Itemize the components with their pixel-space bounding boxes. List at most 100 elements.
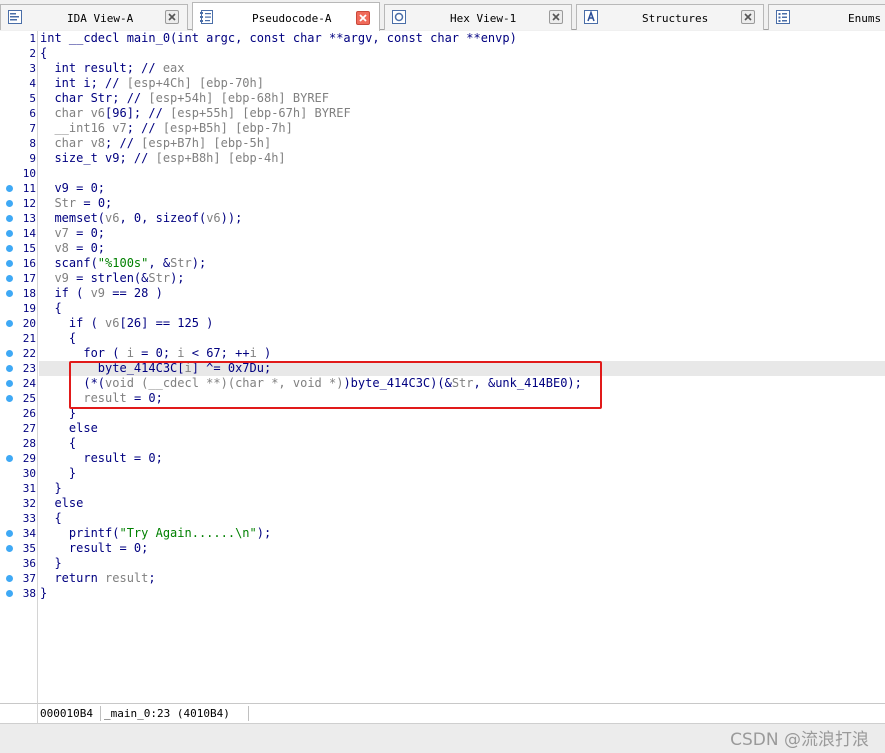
line-number: 32 [22, 497, 36, 510]
line-number: 16 [22, 257, 36, 270]
code-token: size_t v9; // [40, 151, 156, 165]
code-line[interactable]: 31 } [0, 481, 885, 496]
code-line[interactable]: 8 char v8; // [esp+B7h] [ebp-5h] [0, 136, 885, 151]
code-line[interactable]: 18 if ( v9 == 28 ) [0, 286, 885, 301]
code-line[interactable]: 5 char Str; // [esp+54h] [ebp-68h] BYREF [0, 91, 885, 106]
tab-structures[interactable]: Structures [576, 4, 764, 30]
code-line[interactable]: 17 v9 = strlen(&Str); [0, 271, 885, 286]
close-icon[interactable] [356, 11, 370, 25]
gutter-footer [0, 703, 38, 723]
code-line[interactable]: 38} [0, 586, 885, 601]
code-line[interactable]: 32 else [0, 496, 885, 511]
close-icon[interactable] [549, 10, 563, 24]
code-text: int result; // eax [40, 61, 184, 76]
code-token: for ( [40, 346, 127, 360]
code-text: v8 = 0; [40, 241, 105, 256]
code-line[interactable]: 16 scanf("%100s", &Str); [0, 256, 885, 271]
code-token: ; // [105, 136, 142, 150]
code-line[interactable]: 28 { [0, 436, 885, 451]
gray-token: [esp+55h] [ebp-67h] BYREF [170, 106, 351, 120]
gray-token: v9 [90, 286, 106, 300]
code-line[interactable]: 36 } [0, 556, 885, 571]
code-line[interactable]: 7 __int16 v7; // [esp+B5h] [ebp-7h] [0, 121, 885, 136]
code-token: v9 = 0; [40, 181, 106, 195]
code-text: memset(v6, 0, sizeof(v6)); [40, 211, 242, 226]
code-text: { [40, 436, 76, 451]
code-token: = strlen(& [68, 271, 149, 285]
code-line[interactable]: 30 } [0, 466, 885, 481]
code-token: else [40, 496, 84, 510]
close-icon[interactable] [741, 10, 755, 24]
code-line[interactable]: 3 int result; // eax [0, 61, 885, 76]
code-line[interactable]: 2{ [0, 46, 885, 61]
line-number: 25 [22, 392, 36, 405]
line-number: 14 [22, 227, 36, 240]
code-line[interactable]: 35 result = 0; [0, 541, 885, 556]
gray-token: char v6 [54, 106, 106, 120]
code-text: { [40, 331, 76, 346]
line-number: 6 [29, 107, 36, 120]
code-line[interactable]: 12 Str = 0; [0, 196, 885, 211]
gray-token: v8 [54, 241, 69, 255]
string-literal: "%100s" [97, 256, 149, 270]
code-token: ; // [126, 121, 163, 135]
code-line[interactable]: 20 if ( v6[26] == 125 ) [0, 316, 885, 331]
code-token: result = 0; [40, 451, 163, 465]
code-token: ; [148, 571, 156, 585]
string-literal: "Try Again......\n" [119, 526, 257, 540]
code-line[interactable]: 27 else [0, 421, 885, 436]
line-number: 9 [29, 152, 36, 165]
code-line[interactable]: 9 size_t v9; // [esp+B8h] [ebp-4h] [0, 151, 885, 166]
code-line[interactable]: 13 memset(v6, 0, sizeof(v6)); [0, 211, 885, 226]
code-line[interactable]: 22 for ( i = 0; i < 67; ++i ) [0, 346, 885, 361]
line-number: 2 [29, 47, 36, 60]
tab-ida-view-a[interactable]: IDA View-A [0, 4, 188, 30]
pseudocode-view[interactable]: 1 int __cdecl main_0(int argc, const char… [0, 31, 885, 703]
line-number: 34 [22, 527, 36, 540]
code-line[interactable]: 6 char v6[96]; // [esp+55h] [ebp-67h] BY… [0, 106, 885, 121]
code-token: scanf( [40, 256, 98, 270]
code-token: int i; // [40, 76, 127, 90]
code-line[interactable]: 33 { [0, 511, 885, 526]
tab-bar: IDA View-A Pseudocode-A Hex View-1 Struc… [0, 0, 885, 31]
line-number: 8 [29, 137, 36, 150]
status-location: _main_0:23 (4010B4) [104, 707, 230, 720]
tab-hex-view-1[interactable]: Hex View-1 [384, 4, 572, 30]
code-line[interactable]: 19 { [0, 301, 885, 316]
code-line[interactable]: 4 int i; // [esp+4Ch] [ebp-70h] [0, 76, 885, 91]
gray-token: v6 [206, 211, 221, 225]
code-text: Str = 0; [40, 196, 112, 211]
code-text: int __cdecl main_0(int argc, const char … [40, 31, 517, 46]
code-text: scanf("%100s", &Str); [40, 256, 206, 271]
code-line[interactable]: 15 v8 = 0; [0, 241, 885, 256]
code-text: } [40, 586, 47, 601]
code-line[interactable]: 21 { [0, 331, 885, 346]
tab-pseudocode-a[interactable]: Pseudocode-A [192, 2, 380, 31]
code-line[interactable]: 37 return result; [0, 571, 885, 586]
gray-token: [esp+B8h] [ebp-4h] [155, 151, 286, 165]
line-number: 5 [29, 92, 36, 105]
line-number: 35 [22, 542, 36, 555]
tab-enums[interactable]: Enums [768, 4, 885, 30]
code-line[interactable]: 29 result = 0; [0, 451, 885, 466]
code-text: } [40, 556, 61, 571]
code-text: return result; [40, 571, 156, 586]
code-line[interactable]: 14 v7 = 0; [0, 226, 885, 241]
code-token: result = 0; [40, 541, 149, 555]
gray-token: [esp+B7h] [ebp-5h] [141, 136, 272, 150]
close-icon[interactable] [165, 10, 179, 24]
line-number: 13 [22, 212, 36, 225]
code-line[interactable]: 34 printf("Try Again......\n"); [0, 526, 885, 541]
tab-label: Pseudocode-A [252, 12, 332, 25]
code-line[interactable]: 11 v9 = 0; [0, 181, 885, 196]
code-text: v7 = 0; [40, 226, 105, 241]
code-line[interactable]: 10 [0, 166, 885, 181]
code-token: ); [170, 271, 185, 285]
line-number: 3 [29, 62, 36, 75]
gray-token: [esp+4Ch] [ebp-70h] [126, 76, 264, 90]
code-token: ); [191, 256, 207, 270]
code-line[interactable]: 1 int __cdecl main_0(int argc, const char… [0, 31, 885, 46]
code-token: char Str; // [40, 91, 149, 105]
